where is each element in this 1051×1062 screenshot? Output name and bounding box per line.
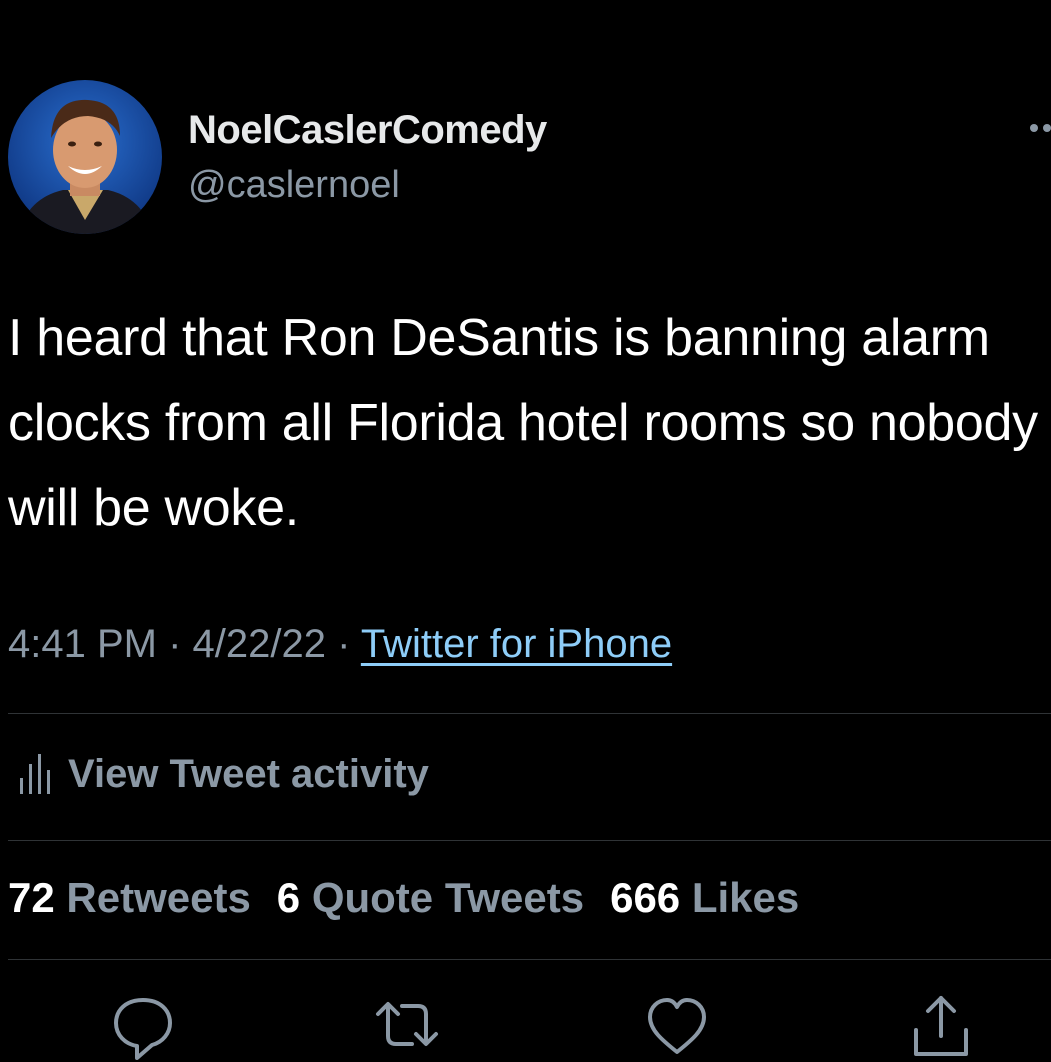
tweet-date: 4/22/22 [192,622,326,666]
quote-tweets-label: Quote Tweets [311,874,585,921]
meta-separator: · [168,622,193,666]
view-tweet-activity-label: View Tweet activity [68,751,429,796]
display-name[interactable]: NoelCaslerComedy [188,108,547,153]
quote-tweets-stat[interactable]: 6 Quote Tweets [277,874,584,922]
tweet-source-link[interactable]: Twitter for iPhone [361,622,672,666]
tweet-time: 4:41 PM [8,622,157,666]
likes-count: 666 [610,874,681,921]
tweet-meta: 4:41 PM · 4/22/22 · Twitter for iPhone [8,622,672,667]
divider [8,840,1051,841]
avatar[interactable] [8,80,162,234]
heart-icon[interactable] [642,992,712,1062]
view-tweet-activity-button[interactable]: View Tweet activity [18,748,429,800]
retweets-stat[interactable]: 72 Retweets [8,874,251,922]
more-icon[interactable] [1030,118,1051,138]
quote-tweets-count: 6 [276,874,301,921]
reply-icon[interactable] [108,992,178,1062]
share-icon[interactable] [906,992,976,1062]
bar-chart-icon [20,754,50,794]
retweets-label: Retweets [66,874,251,921]
likes-stat[interactable]: 666 Likes [610,874,799,922]
divider [8,959,1051,960]
meta-separator: · [337,622,361,666]
retweets-count: 72 [8,874,55,921]
likes-label: Likes [691,874,800,921]
tweet-stats: 72 Retweets 6 Quote Tweets 666 Likes [8,874,799,922]
user-handle[interactable]: @caslernoel [188,164,400,207]
divider [8,713,1051,714]
retweet-icon[interactable] [372,992,442,1062]
tweet-text: I heard that Ron DeSantis is banning ala… [8,309,1038,537]
